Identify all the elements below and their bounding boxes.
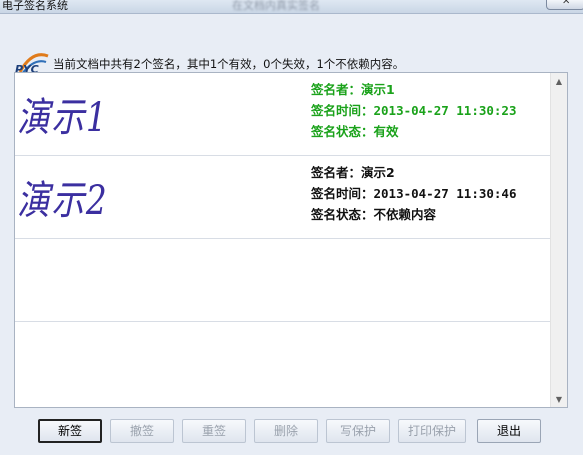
window-title-obscured: 在文档内真实签名 (232, 0, 320, 12)
signature-info: 签名者：演示1 签名时间：2013-04-27 11:30:23 签名状态：有效 (311, 79, 517, 142)
header: PYC 当前文档中共有2个签名，其中1个有效，0个失效，1个不依赖内容。 (0, 14, 583, 76)
signature-row[interactable]: 演示2 签名者：演示2 签名时间：2013-04-27 11:30:46 签名状… (15, 156, 550, 239)
title-bar[interactable]: 电子签名系统 在文档内真实签名 ✕ (0, 0, 583, 14)
signature-info: 签名者：演示2 签名时间：2013-04-27 11:30:46 签名状态：不依… (311, 162, 517, 225)
close-button[interactable]: ✕ (546, 0, 583, 10)
write-protect-button[interactable]: 写保护 (326, 419, 390, 443)
signature-image: 演示1 (17, 95, 109, 141)
sign-time-line: 签名时间：2013-04-27 11:30:23 (311, 103, 517, 118)
sign-time-line: 签名时间：2013-04-27 11:30:46 (311, 186, 517, 201)
chevron-down-icon: ▼ (555, 394, 563, 404)
resign-button[interactable]: 重签 (182, 419, 246, 443)
sign-status-line: 签名状态：有效 (311, 124, 399, 139)
signer-line: 签名者：演示1 (311, 82, 395, 97)
print-protect-button[interactable]: 打印保护 (398, 419, 466, 443)
scroll-down-button[interactable]: ▼ (551, 391, 567, 407)
signature-list: 演示1 签名者：演示1 签名时间：2013-04-27 11:30:23 签名状… (15, 73, 550, 407)
delete-button[interactable]: 删除 (254, 419, 318, 443)
vertical-scrollbar[interactable]: ▲ ▼ (550, 73, 567, 407)
empty-row (15, 239, 550, 322)
signature-list-panel[interactable]: 演示1 签名者：演示1 签名时间：2013-04-27 11:30:23 签名状… (14, 72, 568, 408)
exit-button[interactable]: 退出 (477, 419, 541, 443)
signature-image: 演示2 (17, 178, 109, 224)
sign-status-line: 签名状态：不依赖内容 (311, 207, 437, 222)
signature-summary: 当前文档中共有2个签名，其中1个有效，0个失效，1个不依赖内容。 (53, 57, 405, 71)
chevron-up-icon: ▲ (555, 76, 563, 86)
window-title: 电子签名系统 (2, 0, 68, 12)
button-bar: 新签 撤签 重签 删除 写保护 打印保护 退出 (0, 419, 583, 445)
new-sign-button[interactable]: 新签 (38, 419, 102, 443)
signature-row[interactable]: 演示1 签名者：演示1 签名时间：2013-04-27 11:30:23 签名状… (15, 73, 550, 156)
scroll-up-button[interactable]: ▲ (551, 73, 567, 89)
close-icon: ✕ (562, 0, 571, 7)
revoke-sign-button[interactable]: 撤签 (110, 419, 174, 443)
signer-line: 签名者：演示2 (311, 165, 395, 180)
